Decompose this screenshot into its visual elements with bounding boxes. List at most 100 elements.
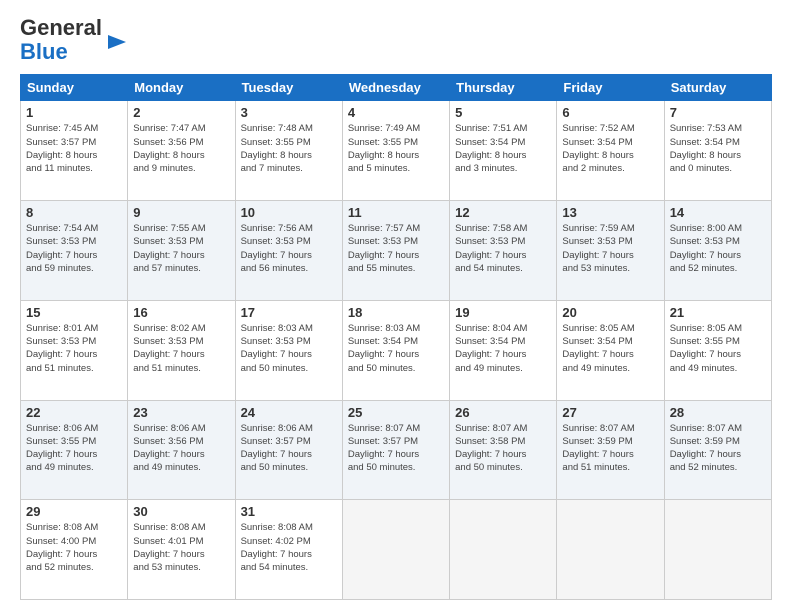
calendar-cell: 12Sunrise: 7:58 AM Sunset: 3:53 PM Dayli…: [450, 201, 557, 301]
day-number: 7: [670, 105, 766, 120]
calendar-cell: 3Sunrise: 7:48 AM Sunset: 3:55 PM Daylig…: [235, 101, 342, 201]
cell-info: Sunrise: 7:55 AM Sunset: 3:53 PM Dayligh…: [133, 222, 229, 275]
cell-info: Sunrise: 7:57 AM Sunset: 3:53 PM Dayligh…: [348, 222, 444, 275]
cell-info: Sunrise: 8:08 AM Sunset: 4:02 PM Dayligh…: [241, 521, 337, 574]
day-number: 16: [133, 305, 229, 320]
calendar-day-header: Wednesday: [342, 75, 449, 101]
calendar-week-row: 22 Sunrise: 8:06 AM Sunset: 3:55 PM Dayli…: [21, 400, 772, 500]
calendar-cell: 15 Sunrise: 8:01 AM Sunset: 3:53 PM Dayli…: [21, 300, 128, 400]
cell-info: Sunrise: 7:54 AM Sunset: 3:53 PM Dayligh…: [26, 222, 122, 275]
day-number: 3: [241, 105, 337, 120]
logo-icon: [106, 31, 128, 53]
calendar-cell: 23 Sunrise: 8:06 AM Sunset: 3:56 PM Dayli…: [128, 400, 235, 500]
day-number: 21: [670, 305, 766, 320]
calendar-cell: 1 Sunrise: 7:45 AM Sunset: 3:57 PM Daylig…: [21, 101, 128, 201]
day-number: 6: [562, 105, 658, 120]
calendar-cell: 9 Sunrise: 7:55 AM Sunset: 3:53 PM Daylig…: [128, 201, 235, 301]
day-number: 10: [241, 205, 337, 220]
day-number: 5: [455, 105, 551, 120]
cell-info: Sunrise: 8:01 AM Sunset: 3:53 PM Dayligh…: [26, 322, 122, 375]
day-number: 23: [133, 405, 229, 420]
page: General Blue SundayMondayTuesdayWednesda…: [0, 0, 792, 612]
day-number: 11: [348, 205, 444, 220]
calendar-cell: 14Sunrise: 8:00 AM Sunset: 3:53 PM Dayli…: [664, 201, 771, 301]
day-number: 29: [26, 504, 122, 519]
day-number: 9: [133, 205, 229, 220]
calendar-cell: 24 Sunrise: 8:06 AM Sunset: 3:57 PM Dayli…: [235, 400, 342, 500]
day-number: 24: [241, 405, 337, 420]
cell-info: Sunrise: 7:52 AM Sunset: 3:54 PM Dayligh…: [562, 122, 658, 175]
cell-info: Sunrise: 7:59 AM Sunset: 3:53 PM Dayligh…: [562, 222, 658, 275]
cell-info: Sunrise: 8:00 AM Sunset: 3:53 PM Dayligh…: [670, 222, 766, 275]
calendar-day-header: Saturday: [664, 75, 771, 101]
calendar-cell: 19 Sunrise: 8:04 AM Sunset: 3:54 PM Dayli…: [450, 300, 557, 400]
day-number: 20: [562, 305, 658, 320]
calendar-body: 1 Sunrise: 7:45 AM Sunset: 3:57 PM Daylig…: [21, 101, 772, 600]
cell-info: Sunrise: 7:53 AM Sunset: 3:54 PM Dayligh…: [670, 122, 766, 175]
day-number: 15: [26, 305, 122, 320]
cell-info: Sunrise: 7:56 AM Sunset: 3:53 PM Dayligh…: [241, 222, 337, 275]
cell-info: Sunrise: 8:06 AM Sunset: 3:56 PM Dayligh…: [133, 422, 229, 475]
day-number: 2: [133, 105, 229, 120]
day-number: 25: [348, 405, 444, 420]
calendar-cell: [450, 500, 557, 600]
calendar-header-row: SundayMondayTuesdayWednesdayThursdayFrid…: [21, 75, 772, 101]
calendar-cell: 11 Sunrise: 7:57 AM Sunset: 3:53 PM Dayli…: [342, 201, 449, 301]
cell-info: Sunrise: 8:08 AM Sunset: 4:00 PM Dayligh…: [26, 521, 122, 574]
calendar-cell: 2 Sunrise: 7:47 AM Sunset: 3:56 PM Daylig…: [128, 101, 235, 201]
cell-info: Sunrise: 8:03 AM Sunset: 3:53 PM Dayligh…: [241, 322, 337, 375]
cell-info: Sunrise: 8:07 AM Sunset: 3:59 PM Dayligh…: [562, 422, 658, 475]
cell-info: Sunrise: 8:04 AM Sunset: 3:54 PM Dayligh…: [455, 322, 551, 375]
calendar-cell: 4Sunrise: 7:49 AM Sunset: 3:55 PM Daylig…: [342, 101, 449, 201]
day-number: 18: [348, 305, 444, 320]
day-number: 31: [241, 504, 337, 519]
cell-info: Sunrise: 7:45 AM Sunset: 3:57 PM Dayligh…: [26, 122, 122, 175]
calendar-cell: 25 Sunrise: 8:07 AM Sunset: 3:57 PM Dayli…: [342, 400, 449, 500]
calendar-cell: [342, 500, 449, 600]
calendar-cell: 16 Sunrise: 8:02 AM Sunset: 3:53 PM Dayli…: [128, 300, 235, 400]
calendar-cell: 21 Sunrise: 8:05 AM Sunset: 3:55 PM Dayli…: [664, 300, 771, 400]
day-number: 1: [26, 105, 122, 120]
day-number: 13: [562, 205, 658, 220]
calendar-cell: [557, 500, 664, 600]
calendar-cell: 28 Sunrise: 8:07 AM Sunset: 3:59 PM Dayli…: [664, 400, 771, 500]
cell-info: Sunrise: 8:06 AM Sunset: 3:57 PM Dayligh…: [241, 422, 337, 475]
day-number: 26: [455, 405, 551, 420]
calendar-cell: 17 Sunrise: 8:03 AM Sunset: 3:53 PM Dayli…: [235, 300, 342, 400]
calendar-cell: 20Sunrise: 8:05 AM Sunset: 3:54 PM Dayli…: [557, 300, 664, 400]
calendar-cell: 7 Sunrise: 7:53 AM Sunset: 3:54 PM Daylig…: [664, 101, 771, 201]
cell-info: Sunrise: 7:58 AM Sunset: 3:53 PM Dayligh…: [455, 222, 551, 275]
calendar-cell: 8Sunrise: 7:54 AM Sunset: 3:53 PM Daylig…: [21, 201, 128, 301]
calendar-cell: [664, 500, 771, 600]
calendar-cell: 30Sunrise: 8:08 AM Sunset: 4:01 PM Dayli…: [128, 500, 235, 600]
day-number: 27: [562, 405, 658, 420]
day-number: 17: [241, 305, 337, 320]
calendar-day-header: Sunday: [21, 75, 128, 101]
logo: General Blue: [20, 16, 128, 64]
cell-info: Sunrise: 8:06 AM Sunset: 3:55 PM Dayligh…: [26, 422, 122, 475]
cell-info: Sunrise: 7:51 AM Sunset: 3:54 PM Dayligh…: [455, 122, 551, 175]
cell-info: Sunrise: 8:07 AM Sunset: 3:59 PM Dayligh…: [670, 422, 766, 475]
cell-info: Sunrise: 7:47 AM Sunset: 3:56 PM Dayligh…: [133, 122, 229, 175]
calendar-table: SundayMondayTuesdayWednesdayThursdayFrid…: [20, 74, 772, 600]
cell-info: Sunrise: 8:07 AM Sunset: 3:57 PM Dayligh…: [348, 422, 444, 475]
day-number: 19: [455, 305, 551, 320]
calendar-cell: 31 Sunrise: 8:08 AM Sunset: 4:02 PM Dayli…: [235, 500, 342, 600]
calendar-week-row: 15 Sunrise: 8:01 AM Sunset: 3:53 PM Dayli…: [21, 300, 772, 400]
calendar-cell: 10 Sunrise: 7:56 AM Sunset: 3:53 PM Dayli…: [235, 201, 342, 301]
calendar-cell: 26Sunrise: 8:07 AM Sunset: 3:58 PM Dayli…: [450, 400, 557, 500]
logo-general: General: [20, 15, 102, 40]
cell-info: Sunrise: 8:03 AM Sunset: 3:54 PM Dayligh…: [348, 322, 444, 375]
day-number: 28: [670, 405, 766, 420]
calendar-cell: 18 Sunrise: 8:03 AM Sunset: 3:54 PM Dayli…: [342, 300, 449, 400]
day-number: 30: [133, 504, 229, 519]
calendar-cell: 27 Sunrise: 8:07 AM Sunset: 3:59 PM Dayli…: [557, 400, 664, 500]
cell-info: Sunrise: 8:05 AM Sunset: 3:55 PM Dayligh…: [670, 322, 766, 375]
calendar-week-row: 8Sunrise: 7:54 AM Sunset: 3:53 PM Daylig…: [21, 201, 772, 301]
calendar-day-header: Friday: [557, 75, 664, 101]
calendar-week-row: 1 Sunrise: 7:45 AM Sunset: 3:57 PM Daylig…: [21, 101, 772, 201]
day-number: 22: [26, 405, 122, 420]
cell-info: Sunrise: 8:02 AM Sunset: 3:53 PM Dayligh…: [133, 322, 229, 375]
calendar-week-row: 29 Sunrise: 8:08 AM Sunset: 4:00 PM Dayli…: [21, 500, 772, 600]
logo-blue: Blue: [20, 39, 68, 64]
